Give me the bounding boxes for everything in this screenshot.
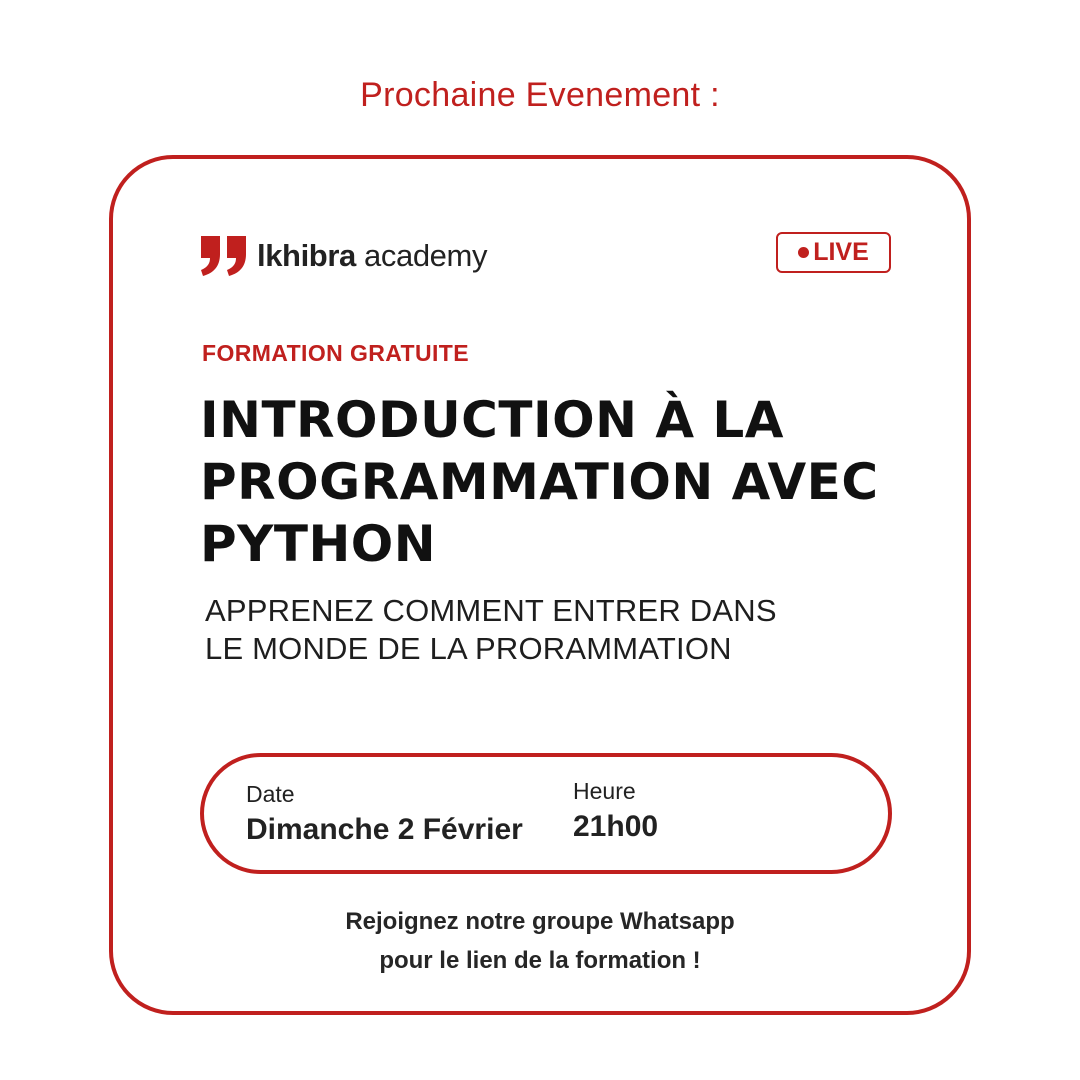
event-subtitle-line: LE MONDE DE LA PRORAMMATION (205, 631, 732, 666)
whatsapp-note-line: pour le lien de la formation ! (379, 947, 701, 974)
event-title-line: INTRODUCTION À LA (200, 391, 784, 449)
event-subtitle-line: APPRENEZ COMMENT ENTRER DANS (205, 593, 777, 628)
live-badge: LIVE (776, 232, 891, 273)
date-value: Dimanche 2 Février (246, 813, 523, 846)
brand-name-bold: lkhibra (257, 238, 356, 273)
whatsapp-note-line: Rejoignez notre groupe Whatsapp (345, 908, 735, 935)
live-label: LIVE (813, 238, 869, 266)
event-details-box: Date Dimanche 2 Février Heure 21h00 (200, 753, 892, 874)
academy-logo: lkhibra academy (199, 233, 487, 279)
event-title: INTRODUCTION À LA PROGRAMMATION AVEC PYT… (200, 389, 940, 575)
whatsapp-note: Rejoignez notre groupe Whatsapp pour le … (113, 902, 967, 980)
event-card: lkhibra academy LIVE FORMATION GRATUITE … (109, 155, 971, 1015)
event-subtitle: APPRENEZ COMMENT ENTRER DANS LE MONDE DE… (205, 592, 777, 668)
time-label: Heure (573, 778, 636, 804)
time-value: 21h00 (573, 810, 659, 843)
quote-mark-logo-icon (201, 236, 246, 276)
live-dot-icon (798, 247, 810, 258)
upcoming-event-heading: Prochaine Evenement : (360, 76, 720, 114)
event-poster: Prochaine Evenement : lkhibra academy LI… (0, 0, 1080, 1080)
event-kicker: FORMATION GRATUITE (202, 340, 469, 366)
event-title-line: PROGRAMMATION AVEC (200, 453, 879, 511)
brand-name-regular: academy (355, 238, 488, 273)
event-title-line: PYTHON (200, 515, 437, 573)
academy-wordmark: lkhibra academy (257, 238, 487, 274)
date-label: Date (246, 781, 295, 807)
